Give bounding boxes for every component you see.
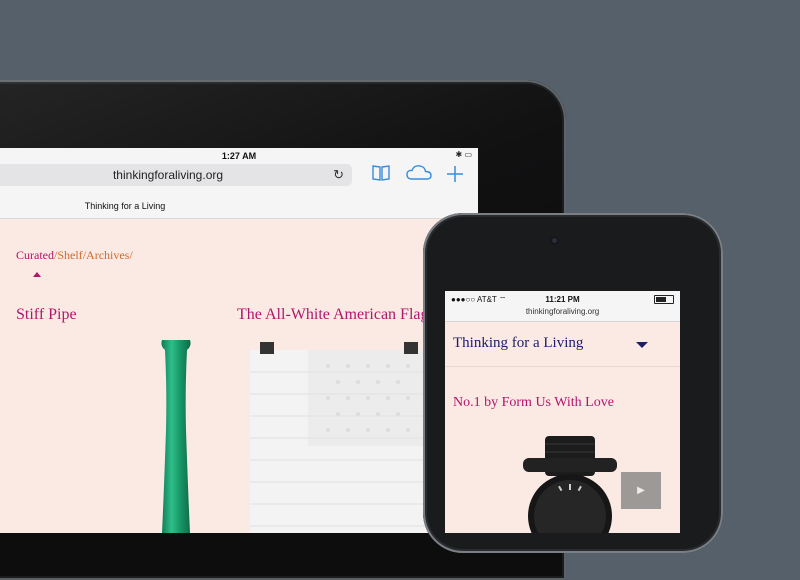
watch-image[interactable] [515, 436, 625, 533]
iphone-screen: ●●●○○ AT&T ⌔ 11:21 PM thinkingforaliving… [445, 291, 680, 533]
new-tab-plus-icon[interactable] [442, 164, 468, 190]
ipad-browser-chrome: 1:27 AM ✱ ▭ thinkingforaliving.org ↻ Thi… [0, 148, 478, 219]
iphone-site-title[interactable]: Thinking for a Living [453, 335, 583, 352]
item-title-stiff-pipe[interactable]: Stiff Pipe [16, 306, 77, 324]
bluetooth-battery-icon: ✱ ▭ [455, 150, 472, 159]
battery-fill [656, 297, 666, 302]
ipad-url-text: thinkingforaliving.org [112, 168, 224, 182]
nav-shelf-link[interactable]: Shelf [57, 248, 82, 262]
site-nav: Curated/Shelf/Archives/ [16, 248, 133, 263]
stiff-pipe-image[interactable] [158, 340, 194, 533]
menu-caret-down-icon[interactable] [636, 342, 648, 348]
iphone-status-bar: ●●●○○ AT&T ⌔ 11:21 PM thinkingforaliving… [445, 291, 680, 322]
nav-curated-link[interactable]: Curated [16, 248, 54, 262]
nav-separator: / [129, 248, 133, 262]
iphone-url-text[interactable]: thinkingforaliving.org [445, 307, 680, 316]
bookmarks-icon[interactable] [368, 164, 394, 188]
iphone-header-divider [445, 366, 680, 367]
play-button[interactable]: ▶ [621, 472, 661, 509]
nav-active-indicator-icon [33, 272, 41, 277]
ipad-tab-title[interactable]: Thinking for a Living [0, 201, 250, 211]
nav-archives-link[interactable]: Archives [86, 248, 129, 262]
iphone-status-time: 11:21 PM [545, 295, 580, 304]
icloud-tabs-icon[interactable] [406, 164, 432, 188]
ipad-screen: 1:27 AM ✱ ▭ thinkingforaliving.org ↻ Thi… [0, 148, 478, 533]
iphone-item-title[interactable]: No.1 by Form Us With Love [453, 395, 614, 411]
camera-icon [550, 236, 559, 245]
white-flag-image[interactable] [248, 342, 428, 533]
ipad-status-time: 1:27 AM [221, 151, 257, 161]
ipad-address-bar[interactable]: thinkingforaliving.org ↻ [0, 164, 352, 186]
battery-icon [654, 295, 674, 304]
reload-icon[interactable]: ↻ [333, 167, 344, 183]
item-title-white-flag[interactable]: The All-White American Flag [237, 306, 429, 324]
